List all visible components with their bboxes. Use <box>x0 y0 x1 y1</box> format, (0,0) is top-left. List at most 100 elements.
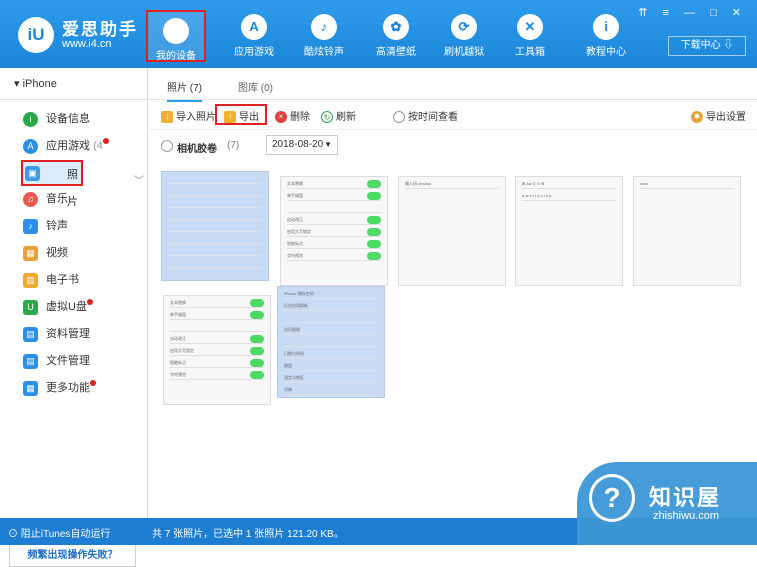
tab-photos[interactable]: 照片 (7) <box>167 79 202 102</box>
i4-logo: iU <box>18 17 54 53</box>
sidebar-item-label: 文件管理 <box>46 355 90 367</box>
apps-count: (4 <box>93 140 103 152</box>
sidebar-item-data-management[interactable]: ▤ 资料管理 <box>0 321 147 348</box>
thumbnail-text-row: ⊞ Aa ⊙ ⊙ ⊗ <box>522 179 616 189</box>
brand-url: www.i4.cn <box>62 38 112 50</box>
delete-button[interactable]: × 删除 <box>275 108 310 124</box>
frequent-failure-button[interactable]: 频繁出现操作失败？ <box>9 544 136 567</box>
sidebar-item-label: 音乐 <box>46 193 68 205</box>
top-header: iU 爱思助手 www.i4.cn 我的设备 A 应用游戏 ♪ 酷炫铃声 ✿ 高清壁纸… <box>0 0 757 68</box>
sidebar-item-apps[interactable]: A 应用游戏 (4 <box>0 133 147 160</box>
import-photos-button[interactable]: ↓ 导入照片 <box>161 108 216 124</box>
gear-icon: ✹ <box>691 111 703 124</box>
watermark: ? 知识屋 zhishiwu.com <box>577 462 757 545</box>
photo-thumbnail[interactable]: 文本替换 单手键盘 自动改正 启用大写锁定 智能标点 字符预览 <box>163 295 271 405</box>
video-icon: ▦ <box>23 246 38 261</box>
nav-apps[interactable]: A 应用游戏 <box>224 8 284 60</box>
sidebar-item-photos[interactable]: ▣ 照片 <box>21 160 83 208</box>
thumbnail-text-row: 字符预览 <box>287 251 381 261</box>
refresh-button[interactable]: ↻ 刷新 <box>321 108 356 124</box>
sidebar-item-ebooks[interactable]: ▥ 电子书 <box>0 267 147 294</box>
selection-summary: 共 7 张照片，已选中 1 张照片 121.20 KB。 <box>152 529 344 540</box>
device-name: iPhone <box>22 78 57 90</box>
button-label: 按时间查看 <box>408 112 458 123</box>
sidebar-item-music[interactable]: ♫ 音乐 <box>0 186 147 213</box>
thumbnail-text-row: 后台应用刷新 <box>284 301 378 311</box>
block-itunes-toggle[interactable]: ⊙ 阻止iTunes自动运行 <box>8 525 110 540</box>
sidebar-item-virtual-udisk[interactable]: U 虚拟U盘 <box>0 294 147 321</box>
button-label: 删除 <box>290 112 310 123</box>
download-center-button[interactable]: 下载中心 ⇩ <box>668 36 746 56</box>
export-button[interactable]: ↑ 导出 <box>224 108 259 124</box>
sidebar-item-videos[interactable]: ▦ 视频 <box>0 240 147 267</box>
toolbox-icon: ✕ <box>517 14 543 40</box>
sidebar-item-ringtones[interactable]: ♪ 铃声 <box>0 213 147 240</box>
tab-gallery[interactable]: 图库 (0) <box>238 79 273 94</box>
thumbnail-text-row: mad <box>640 179 734 189</box>
nav-wallpapers[interactable]: ✿ 高清壁纸 <box>366 8 426 60</box>
watermark-title: 知识屋 <box>649 485 722 510</box>
thumbnail-text-row <box>168 186 262 196</box>
thumbnail-text-row <box>287 203 381 213</box>
app-store-icon: A <box>23 139 38 154</box>
thumbnail-text-row: 启用大写锁定 <box>287 227 381 237</box>
info-icon: i <box>23 112 38 127</box>
thumbnail-text-row: 智能标点 <box>287 239 381 249</box>
device-selector[interactable]: ▾ iPhone <box>0 68 147 100</box>
toggle-icon <box>367 180 381 188</box>
thumbnail-text-row: 启用大写锁定 <box>170 346 264 356</box>
sidebar-item-label: 电子书 <box>46 274 79 286</box>
export-settings-button[interactable]: ✹ 导出设置 <box>691 108 746 124</box>
watermark-url: zhishiwu.com <box>653 510 720 522</box>
sidebar-item-device-info[interactable]: i 设备信息 <box>0 106 147 133</box>
nav-my-device[interactable]: 我的设备 <box>146 10 206 62</box>
nav-label: 教程中心 <box>586 47 626 58</box>
toggle-icon <box>367 228 381 236</box>
notification-dot <box>102 138 109 144</box>
thumbnail-text-row <box>168 234 262 244</box>
sidebar-item-label: 虚拟U盘 <box>46 301 87 313</box>
nav-tutorials[interactable]: i 教程中心 <box>576 8 636 60</box>
thumbnail-text-row <box>284 337 378 347</box>
nav-label: 高清壁纸 <box>376 47 416 58</box>
photo-thumbnail[interactable] <box>161 171 269 281</box>
thumbnail-text-row: 访问限制 <box>284 325 378 335</box>
delete-icon: × <box>275 111 287 124</box>
nav-label: 酷炫铃声 <box>304 47 344 58</box>
thumbnail-text-row <box>284 313 378 323</box>
camera-roll-radio[interactable] <box>161 140 173 152</box>
date-value: 2018-08-20 <box>272 139 324 150</box>
thumbnail-text-row: 键盘 <box>284 361 378 371</box>
photo-thumbnail[interactable]: 输入码 mhuiso <box>398 176 506 286</box>
thumbnail-text-row: 自动改正 <box>170 334 264 344</box>
sidebar-item-label: 更多功能 <box>46 382 90 394</box>
thumbnail-text-row: 文本替换 <box>170 298 264 308</box>
camera-roll-label[interactable]: 相机胶卷 <box>177 140 217 155</box>
toggle-icon <box>250 311 264 319</box>
photo-thumbnail[interactable]: mad <box>633 176 741 286</box>
nav-jailbreak[interactable]: ⟳ 刷机越狱 <box>434 8 494 60</box>
sidebar: ▾ iPhone i 设备信息 A 应用游戏 (4 ▣ 照片 ♫ 音乐 ♪ 铃声 ▦ 视频 … <box>0 68 148 567</box>
nav-toolbox[interactable]: ✕ 工具箱 <box>500 8 560 60</box>
refresh-icon: ↻ <box>321 111 333 124</box>
sidebar-item-file-management[interactable]: ▤ 文件管理 <box>0 348 147 375</box>
window-controls[interactable]: ⇈ ≡ — □ ✕ <box>638 6 747 19</box>
thumbnail-text-row <box>168 222 262 232</box>
date-select[interactable]: 2018-08-20 ▼ <box>266 135 338 155</box>
sidebar-item-more[interactable]: ▦ 更多功能 <box>0 375 147 402</box>
button-label: 导入照片 <box>176 112 216 123</box>
notification-dot <box>86 299 93 305</box>
chevron-down-icon[interactable]: ﹀ <box>134 172 144 187</box>
photo-thumbnail[interactable]: ⊞ Aa ⊙ ⊙ ⊗ q w e r t y u i o p <box>515 176 623 286</box>
photo-thumbnail[interactable]: iPhone 储存空间 后台应用刷新 访问限制 日期与时间 键盘 语言与地区 词典 <box>277 286 385 398</box>
export-icon: ↑ <box>224 111 236 124</box>
itunes-label: 阻止iTunes自动运行 <box>20 529 111 540</box>
thumbnail-text-row <box>168 210 262 220</box>
sidebar-item-label: 资料管理 <box>46 328 90 340</box>
photo-thumbnail[interactable]: 文本替换 单手键盘 自动改正 启用大写锁定 智能标点 字符预览 <box>280 176 388 286</box>
bell-icon: ♪ <box>23 219 38 234</box>
thumbnail-text-row: 智能标点 <box>170 358 264 368</box>
time-view-toggle[interactable]: 按时间查看 <box>393 108 458 124</box>
toggle-icon <box>250 347 264 355</box>
nav-ringtones[interactable]: ♪ 酷炫铃声 <box>294 8 354 60</box>
